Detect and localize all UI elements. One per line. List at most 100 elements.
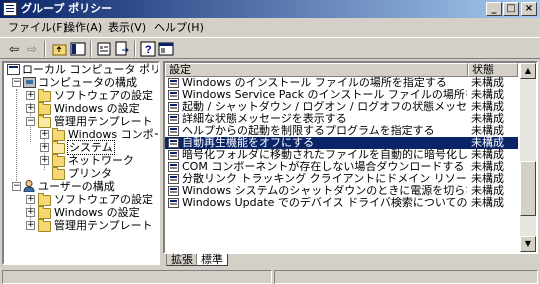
list-item[interactable]: COM コンポーネントが存在しない場合ダウンロードする 未構成 <box>165 161 518 173</box>
menu-file[interactable]: ファイル(F) <box>8 21 67 35</box>
show-hide-tree-icon[interactable] <box>70 41 86 57</box>
window-title: グループ ポリシー <box>21 2 113 15</box>
tree-item-label: プリンタ <box>68 167 112 180</box>
expand-icon[interactable]: + <box>26 208 35 217</box>
expand-icon[interactable]: + <box>26 91 35 100</box>
policy-setting-icon <box>168 162 179 172</box>
list-item[interactable]: 分散リンク トラッキング クライアントにドメイン リソースの使用を許可す...未… <box>165 173 518 185</box>
folder-icon <box>52 154 65 167</box>
toolbar: ⇦ ⇨ ? <box>0 37 540 59</box>
scroll-up-icon[interactable]: ▲ <box>520 63 536 79</box>
folder-icon <box>52 167 65 180</box>
properties-icon[interactable] <box>96 41 112 57</box>
vertical-scrollbar[interactable]: ▲ ▼ <box>520 63 536 252</box>
back-arrow-icon[interactable]: ⇦ <box>6 41 22 57</box>
policy-setting-icon <box>168 138 179 148</box>
expand-icon[interactable]: + <box>40 130 49 139</box>
tree-item-windows-components[interactable]: + Windows コンポーネント <box>4 128 158 141</box>
tree-item-root[interactable]: ローカル コンピュータ ポリシー <box>4 63 158 76</box>
scroll-down-icon[interactable]: ▼ <box>520 236 536 252</box>
title-bar[interactable]: グループ ポリシー _ □ × <box>0 0 540 18</box>
tree-item-label: Windows の設定 <box>54 102 140 115</box>
policy-setting-icon <box>168 150 179 160</box>
list-item[interactable]: Windows のインストール ファイルの場所を指定する 未構成 <box>165 77 518 89</box>
setting-name: 暗号化フォルダに移動されたファイルを自動的に暗号化しない <box>182 149 467 161</box>
list-item[interactable]: Windows Update でのデバイス ドライバ検索についての確認をしない未… <box>165 197 518 209</box>
tab-standard[interactable]: 標準 <box>196 254 228 266</box>
policy-setting-icon <box>168 174 179 184</box>
user-icon <box>23 180 36 193</box>
tree-item-user-windows-settings[interactable]: + Windows の設定 <box>4 206 158 219</box>
setting-status: 未構成 <box>471 196 504 209</box>
setting-name: Windows システムのシャットダウンのときに電源を切らない <box>182 185 467 197</box>
tree-item-label: システム <box>67 140 115 155</box>
status-panel <box>274 270 538 284</box>
close-button[interactable]: × <box>521 2 537 16</box>
collapse-icon[interactable]: − <box>26 117 35 126</box>
tree-item-computer-config[interactable]: − コンピュータの構成 <box>4 76 158 89</box>
policy-setting-icon <box>168 198 179 208</box>
forward-arrow-icon[interactable]: ⇨ <box>24 41 40 57</box>
maximize-button[interactable]: □ <box>503 2 519 16</box>
policy-icon <box>7 64 20 75</box>
toolbar-separator <box>90 41 92 57</box>
tree-item-admin-templates[interactable]: − 管理用テンプレート <box>4 115 158 128</box>
expand-icon[interactable]: + <box>26 221 35 230</box>
menu-action[interactable]: 操作(A) <box>64 21 102 35</box>
tree-item-system[interactable]: + システム <box>4 140 158 155</box>
list-item-selected[interactable]: 自動再生機能をオフにする 未構成 <box>165 137 518 149</box>
tree-item-network[interactable]: + ネットワーク <box>4 154 158 167</box>
list-item[interactable]: Windows システムのシャットダウンのときに電源を切らない 未構成 <box>165 185 518 197</box>
expand-icon[interactable]: + <box>40 156 49 165</box>
setting-name: COM コンポーネントが存在しない場合ダウンロードする <box>182 161 465 173</box>
setting-name: 詳細な状態メッセージを表示する <box>182 113 347 125</box>
svg-text:?: ? <box>145 44 152 56</box>
tree-item-printers[interactable]: プリンタ <box>4 167 158 180</box>
expand-icon[interactable]: + <box>26 195 35 204</box>
menu-help[interactable]: ヘルプ(H) <box>154 21 204 35</box>
tree-item-label: ソフトウェアの設定 <box>54 193 153 206</box>
collapse-icon[interactable]: − <box>12 78 21 87</box>
menu-view[interactable]: 表示(V) <box>108 21 146 35</box>
collapse-icon[interactable]: − <box>12 182 21 191</box>
up-folder-icon[interactable] <box>52 41 68 57</box>
folder-icon <box>38 219 51 232</box>
setting-name: 自動再生機能をオフにする <box>182 137 315 149</box>
status-bar <box>0 268 540 284</box>
tree-item-label: Windows の設定 <box>54 206 140 219</box>
expand-icon[interactable]: + <box>40 143 49 152</box>
tab-extended[interactable]: 拡張 <box>166 254 198 266</box>
setting-name: Windows Update でのデバイス ドライバ検索についての確認をしない <box>182 197 467 209</box>
app-icon[interactable] <box>3 2 17 16</box>
policy-setting-icon <box>168 78 179 88</box>
policy-setting-icon <box>168 186 179 196</box>
minimize-button[interactable]: _ <box>486 2 502 16</box>
tree-item-user-software-settings[interactable]: + ソフトウェアの設定 <box>4 193 158 206</box>
list-item[interactable]: ヘルプからの起動を制限するプログラムを指定する 未構成 <box>165 125 518 137</box>
tree-pane[interactable]: ローカル コンピュータ ポリシー − コンピュータの構成 + ソフトウェアの設定… <box>2 61 160 265</box>
tree-item-label: 管理用テンプレート <box>54 219 153 232</box>
tree-item-label: 管理用テンプレート <box>54 115 153 128</box>
tree-item-user-config[interactable]: − ユーザーの構成 <box>4 180 158 193</box>
list-item[interactable]: 詳細な状態メッセージを表示する 未構成 <box>165 113 518 125</box>
tree-item-windows-settings[interactable]: + Windows の設定 <box>4 102 158 115</box>
list-item[interactable]: 暗号化フォルダに移動されたファイルを自動的に暗号化しない 未構成 <box>165 149 518 161</box>
help-icon[interactable]: ? <box>140 41 156 57</box>
column-header-status[interactable]: 状態 <box>468 63 518 77</box>
export-list-icon[interactable] <box>114 41 130 57</box>
list-item[interactable]: Windows Service Pack のインストール ファイルの場所を指定す… <box>165 89 518 101</box>
column-header-setting[interactable]: 設定 <box>165 63 468 77</box>
policy-setting-icon <box>168 114 179 124</box>
list-item[interactable]: 起動 / シャットダウン / ログオン / ログオフの状態メッセージを削除す..… <box>165 101 518 113</box>
policy-setting-icon <box>168 102 179 112</box>
folder-icon <box>52 128 65 141</box>
folder-icon <box>38 206 51 219</box>
tree-item-user-admin-templates[interactable]: + 管理用テンプレート <box>4 219 158 232</box>
setting-name: 分散リンク トラッキング クライアントにドメイン リソースの使用を許可す... <box>182 173 467 185</box>
policy-setting-icon <box>168 90 179 100</box>
console-window-icon[interactable] <box>158 41 174 57</box>
tree-item-software-settings[interactable]: + ソフトウェアの設定 <box>4 89 158 102</box>
settings-list[interactable]: 設定 状態 Windows のインストール ファイルの場所を指定する 未構成 Wi… <box>163 61 538 254</box>
scroll-thumb[interactable] <box>520 161 536 216</box>
expand-icon[interactable]: + <box>26 104 35 113</box>
